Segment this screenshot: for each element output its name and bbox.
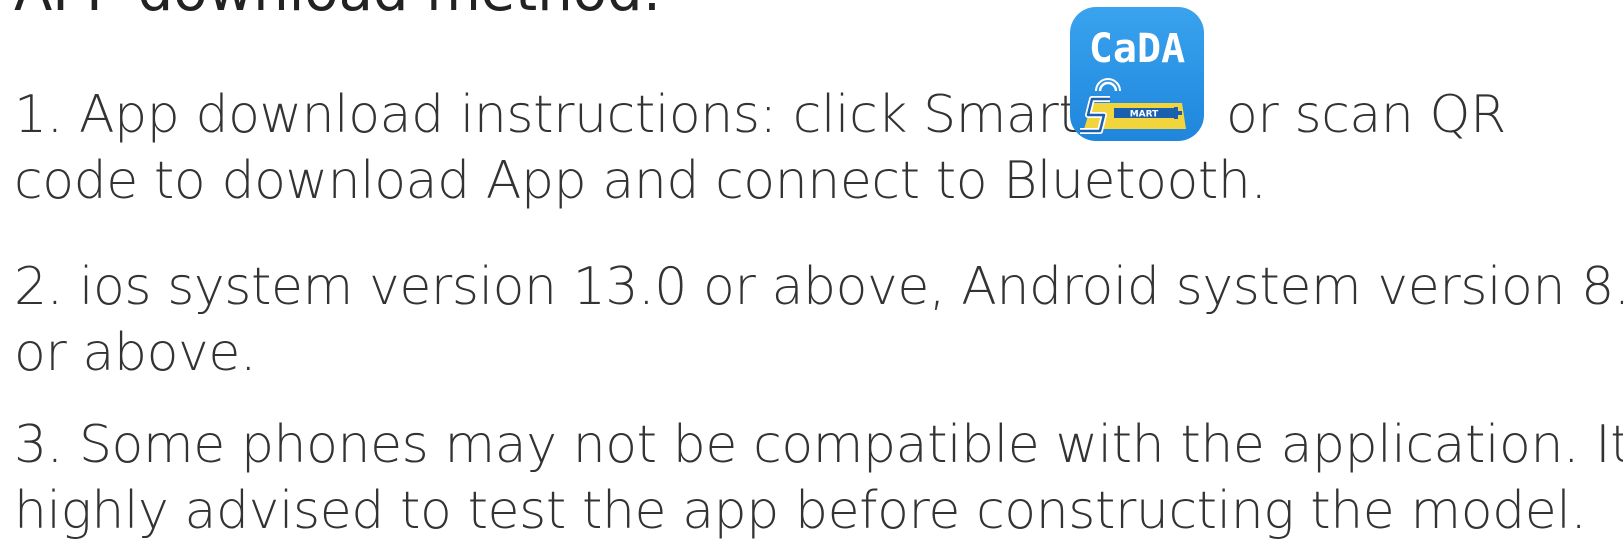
- instruction-3-line-2: highly advised to test the app before co…: [14, 481, 1587, 541]
- svg-text:MART: MART: [1130, 110, 1159, 120]
- instruction-1-line-2: code to download App and connect to Blue…: [14, 151, 1267, 211]
- smart-plus-app-icon[interactable]: CaDA MART: [1070, 7, 1204, 141]
- instruction-3-line-1: 3. Some phones may not be compatible wit…: [14, 415, 1623, 475]
- instruction-2-line-1: 2. ios system version 13.0 or above, And…: [14, 257, 1623, 317]
- instruction-1-text-before-icon: 1. App download instructions: click Smar…: [14, 85, 1138, 145]
- section-heading: APP download method:: [14, 0, 661, 22]
- smart-plus-badge-icon: MART: [1080, 78, 1186, 134]
- instruction-item-2: 2. ios system version 13.0 or above, And…: [14, 254, 1623, 386]
- instruction-2-line-2: or above.: [14, 323, 257, 383]
- instruction-1-text-after-icon: or scan QR: [1226, 85, 1506, 145]
- instruction-item-3: 3. Some phones may not be compatible wit…: [14, 412, 1623, 544]
